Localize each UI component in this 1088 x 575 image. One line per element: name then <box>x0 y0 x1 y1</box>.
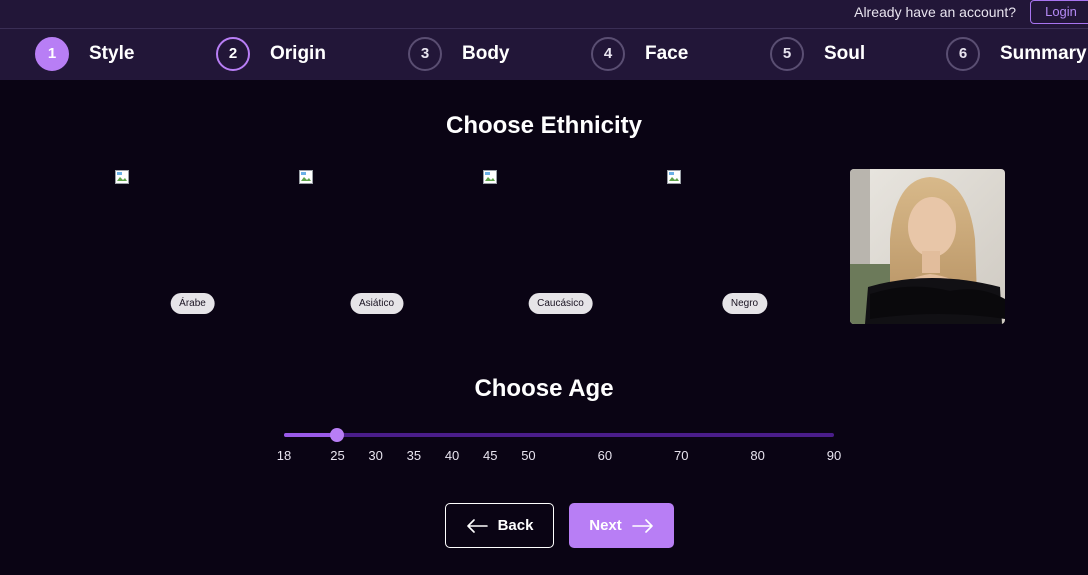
step-style[interactable]: 1 Style <box>35 37 134 71</box>
age-slider-thumb[interactable] <box>330 428 345 442</box>
age-tick-label: 45 <box>483 448 498 463</box>
age-tick-label: 25 <box>330 448 345 463</box>
age-slider-track[interactable] <box>284 433 834 437</box>
step-label: Body <box>462 43 510 64</box>
step-soul[interactable]: 5 Soul <box>770 37 865 71</box>
step-progress: 1 Style 2 Origin 3 Body 4 Face 5 Soul 6 … <box>0 29 1088 80</box>
account-bar: Already have an account? Login <box>0 0 1088 29</box>
age-title: Choose Age <box>474 375 614 402</box>
broken-image-icon <box>299 170 313 184</box>
age-slider-fill <box>284 433 338 437</box>
age-tick-label: 40 <box>444 448 460 463</box>
ethnicity-label: Negro <box>721 293 768 314</box>
step-label: Origin <box>270 43 326 64</box>
ethnicity-title: Choose Ethnicity <box>445 112 643 139</box>
age-tick-label: 50 <box>521 448 536 463</box>
next-label: Next <box>589 517 622 534</box>
step-origin[interactable]: 2 Origin <box>216 37 326 71</box>
login-button[interactable]: Login <box>1030 0 1088 24</box>
ethnicity-option-asiatico[interactable]: Asiático <box>299 170 454 320</box>
ethnicity-option-negro[interactable]: Negro <box>667 170 822 320</box>
age-tick-label: 18 <box>276 448 292 463</box>
arrow-left-icon <box>466 518 488 533</box>
age-tick-label: 30 <box>368 448 383 463</box>
step-summary[interactable]: 6 Summary <box>946 37 1087 71</box>
age-tick-label: 35 <box>406 448 422 463</box>
age-slider[interactable]: 18 25 30 35 40 45 50 60 70 80 90 <box>277 428 841 469</box>
portrait-photo <box>850 169 1005 324</box>
step-label: Style <box>89 43 135 64</box>
ethnicity-option-caucasico[interactable]: Caucásico <box>483 170 638 320</box>
back-label: Back <box>497 517 534 534</box>
step-label: Summary <box>1000 43 1087 64</box>
broken-image-icon <box>115 170 129 184</box>
step-number: 4 <box>591 37 625 71</box>
step-label: Soul <box>824 43 866 64</box>
next-button[interactable]: Next <box>569 503 674 548</box>
age-tick-label: 60 <box>597 448 613 463</box>
step-number: 3 <box>408 37 442 71</box>
ethnicity-label: Caucásico <box>528 293 593 314</box>
account-prompt: Already have an account? <box>854 4 1016 20</box>
step-face[interactable]: 4 Face <box>591 37 688 71</box>
broken-image-icon <box>483 170 497 184</box>
age-tick-label: 80 <box>750 448 765 463</box>
step-number: 6 <box>946 37 980 71</box>
back-button[interactable]: Back <box>445 503 554 548</box>
step-number: 1 <box>35 37 69 71</box>
age-tick-label: 90 <box>826 448 842 463</box>
broken-image-icon <box>667 170 681 184</box>
ethnicity-label: Asiático <box>349 293 404 314</box>
step-number: 5 <box>770 37 804 71</box>
step-label: Face <box>645 43 689 64</box>
step-body[interactable]: 3 Body <box>408 37 510 71</box>
step-number: 2 <box>216 37 250 71</box>
arrow-right-icon <box>631 518 653 533</box>
ethnicity-option-arabe[interactable]: Árabe <box>115 170 270 320</box>
age-tick-label: 70 <box>673 448 689 463</box>
ethnicity-label: Árabe <box>170 293 215 314</box>
